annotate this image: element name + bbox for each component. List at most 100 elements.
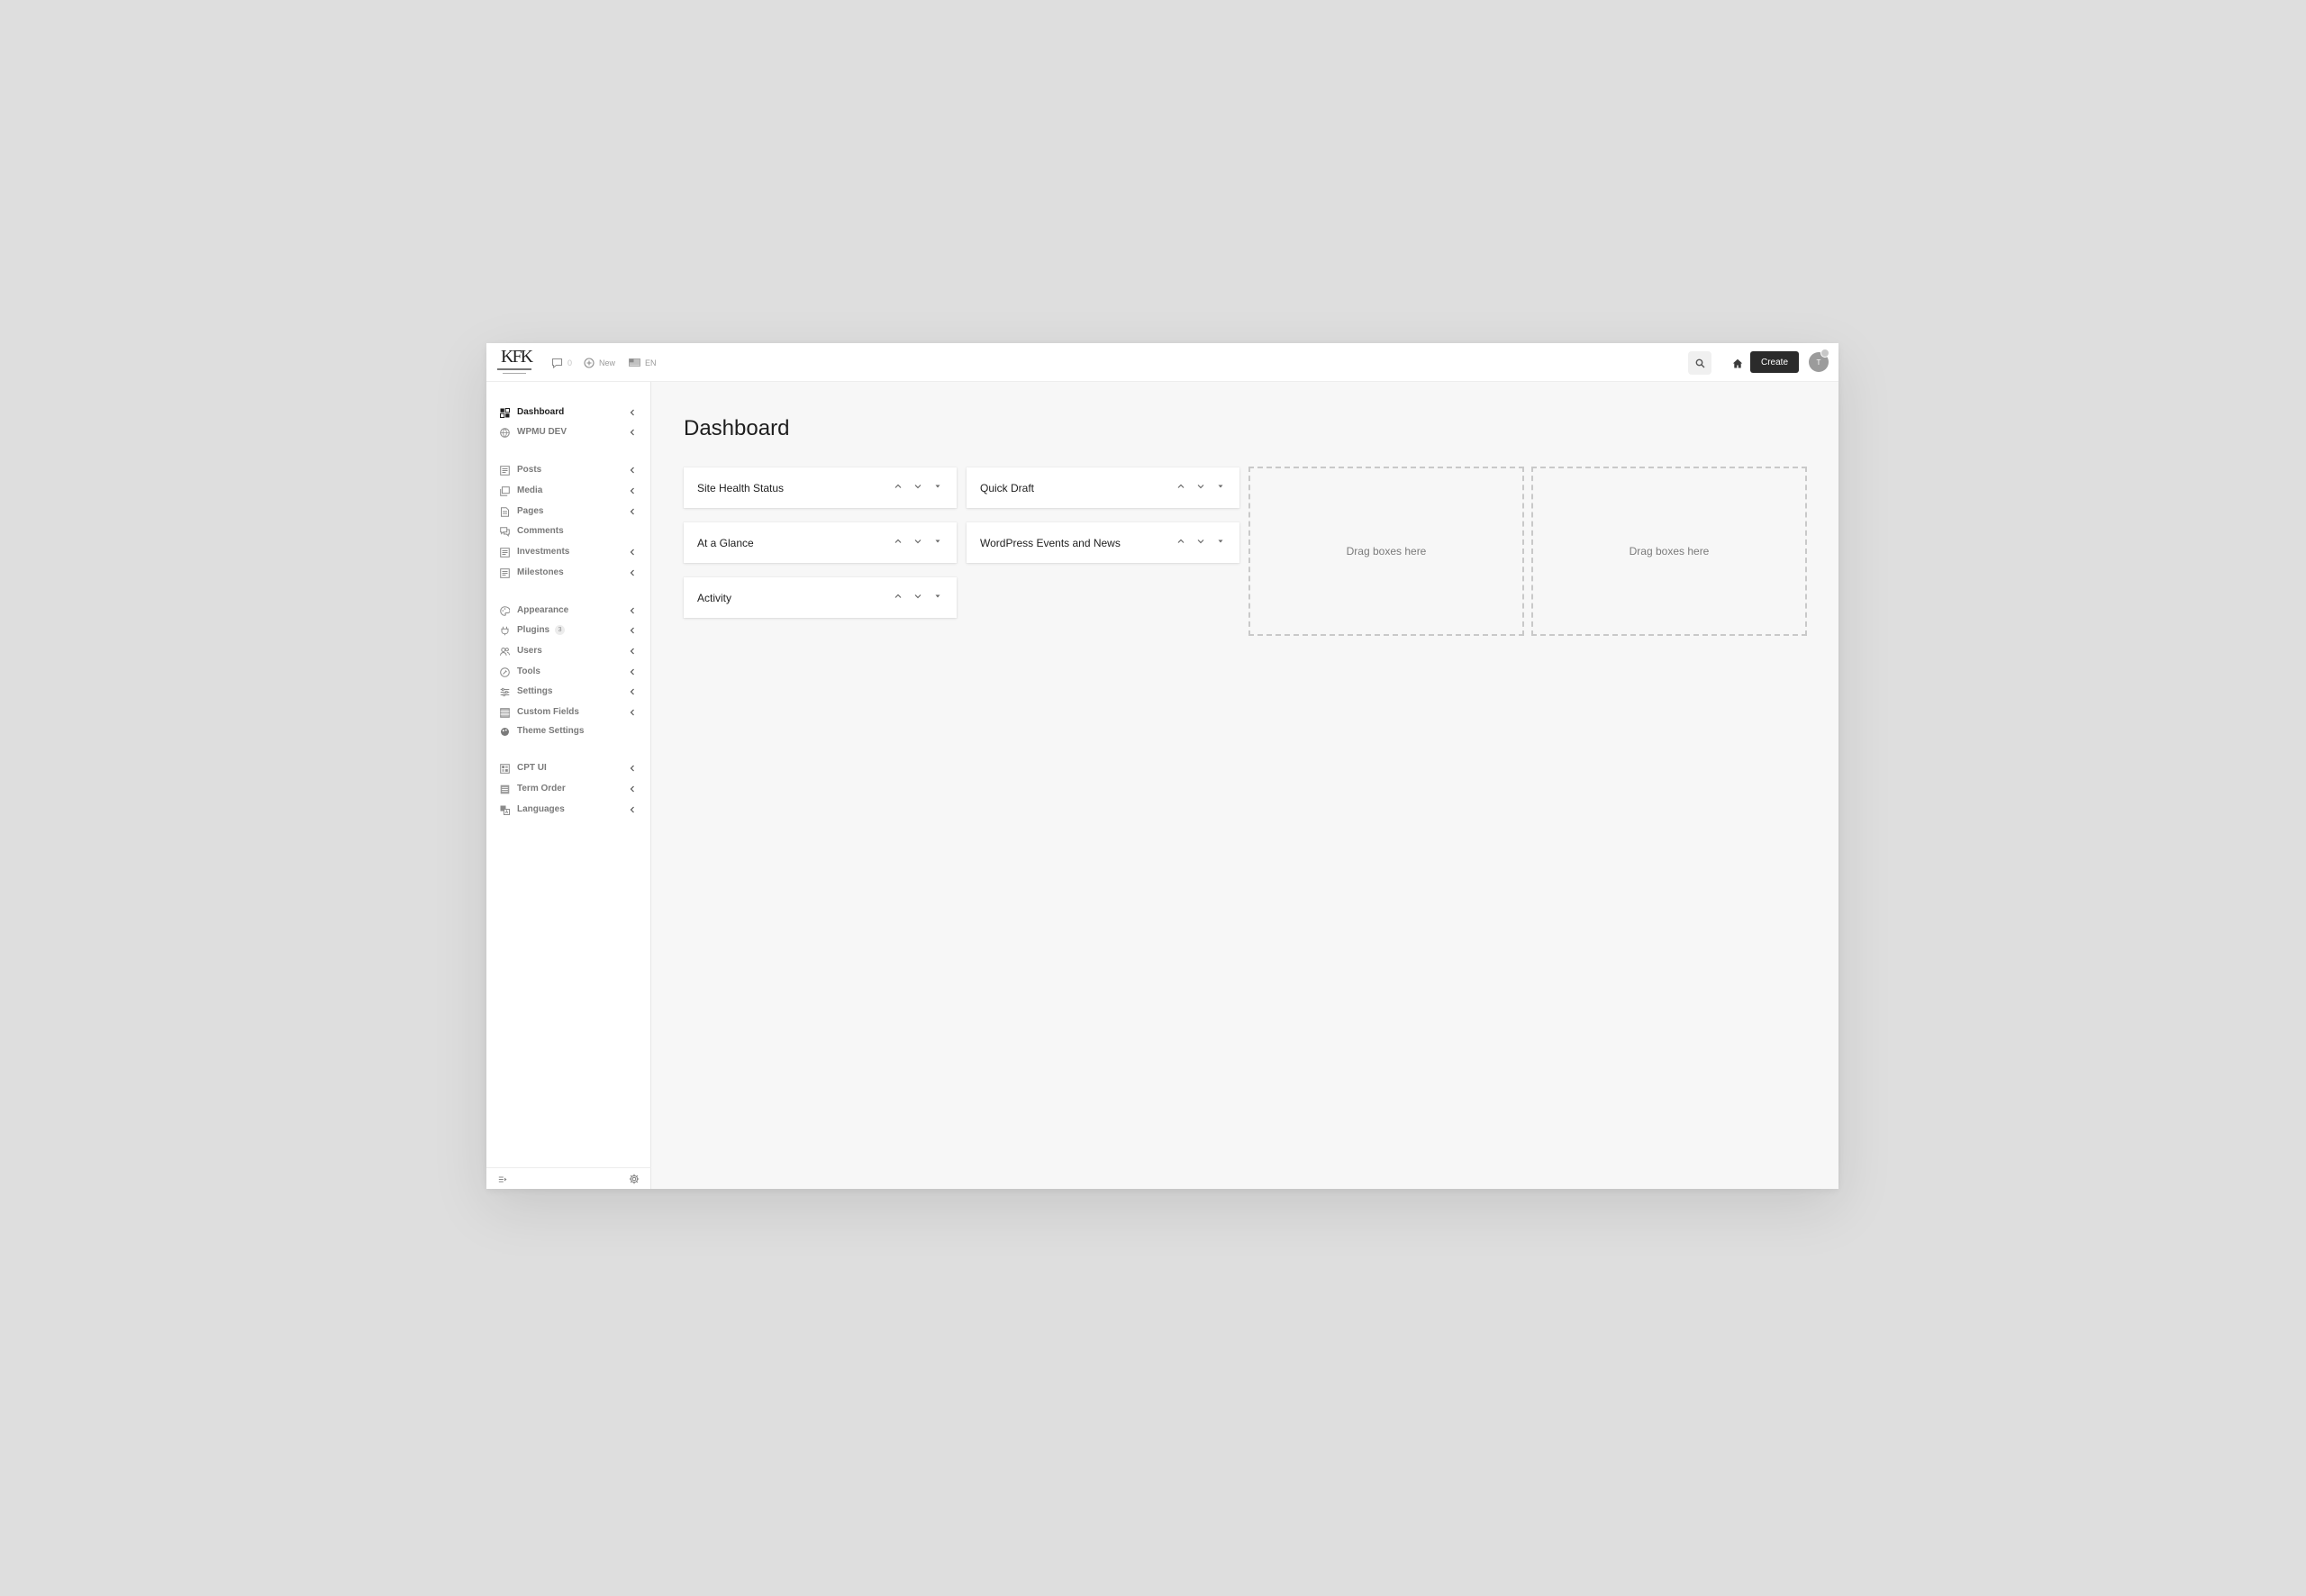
media-icon — [500, 486, 510, 496]
sidebar-item-custom-fields[interactable]: Custom Fields — [486, 703, 651, 721]
gear-icon[interactable] — [629, 1174, 640, 1184]
move-down-button[interactable] — [1194, 535, 1207, 548]
site-logo[interactable]: KFK — [497, 347, 533, 378]
chevron-left-icon — [630, 569, 634, 576]
move-up-button[interactable] — [892, 535, 904, 548]
widget-title: Site Health Status — [697, 482, 785, 494]
admin-top-bar: KFK 0 New EN Create T — [486, 343, 1838, 382]
sidebar-item-label: Posts — [517, 465, 542, 475]
sidebar-item-label: CPT UI — [517, 763, 547, 773]
search-button[interactable] — [1688, 351, 1711, 375]
widget-activity[interactable]: Activity — [684, 577, 957, 618]
sidebar-item-users[interactable]: Users — [486, 642, 651, 660]
chevron-left-icon — [630, 508, 634, 515]
chevron-left-icon — [630, 467, 634, 474]
toggle-panel-button[interactable] — [931, 590, 944, 603]
move-up-button[interactable] — [892, 590, 904, 603]
investments-icon — [500, 548, 510, 558]
logo-tagline-line — [503, 373, 526, 374]
chevron-up-icon — [1177, 539, 1185, 543]
sidebar-item-term-order[interactable]: Term Order — [486, 780, 651, 798]
admin-sidebar: Dashboard WPMU DEV Posts Media Pages Com… — [486, 382, 651, 1189]
new-label: New — [599, 358, 616, 367]
chevron-up-icon — [1177, 484, 1185, 488]
plus-circle-icon — [584, 357, 595, 368]
sidebar-item-comments[interactable]: Comments — [486, 522, 651, 540]
comments-count: 0 — [567, 358, 573, 367]
chevron-left-icon — [630, 648, 634, 655]
comments-link[interactable]: 0 — [551, 343, 572, 382]
widget-quick-draft[interactable]: Quick Draft — [967, 467, 1239, 508]
collapse-menu-icon[interactable] — [498, 1174, 508, 1184]
chevron-left-icon — [630, 607, 634, 614]
language-switcher[interactable]: EN — [629, 343, 657, 382]
sidebar-item-wpmu-dev[interactable]: WPMU DEV — [486, 423, 651, 441]
move-down-button[interactable] — [912, 535, 924, 548]
sidebar-item-label: WPMU DEV — [517, 427, 567, 437]
sidebar-item-milestones[interactable]: Milestones — [486, 564, 651, 582]
logo-mark: KFK — [501, 347, 533, 367]
flag-icon — [629, 358, 640, 367]
page-title: Dashboard — [684, 416, 790, 440]
chevron-left-icon — [630, 785, 634, 793]
sidebar-item-cpt-ui[interactable]: CPT UI — [486, 759, 651, 777]
widget-site-health-status[interactable]: Site Health Status — [684, 467, 957, 508]
move-up-button[interactable] — [1175, 480, 1187, 493]
milestones-icon — [500, 568, 510, 578]
sidebar-item-theme-settings[interactable]: Theme Settings — [486, 722, 651, 740]
sidebar-item-media[interactable]: Media — [486, 482, 651, 500]
sidebar-item-posts[interactable]: Posts — [486, 461, 651, 479]
logo-underline — [497, 368, 531, 370]
toggle-panel-button[interactable] — [931, 480, 944, 493]
sidebar-item-label: Dashboard — [517, 407, 565, 417]
chevron-left-icon — [630, 765, 634, 772]
users-icon — [500, 648, 510, 656]
sidebar-item-label: Investments — [517, 547, 570, 557]
sidebar-item-label: Custom Fields — [517, 707, 579, 717]
widget-title: At a Glance — [697, 537, 754, 549]
widget-title: WordPress Events and News — [980, 537, 1121, 549]
plugins-label: Plugins — [517, 625, 550, 635]
sidebar-item-label: Pages — [517, 506, 544, 516]
languages-icon — [500, 805, 510, 815]
sidebar-item-tools[interactable]: Tools — [486, 663, 651, 681]
caret-down-icon — [935, 594, 940, 598]
appearance-icon — [500, 606, 510, 616]
chevron-up-icon — [894, 539, 902, 543]
widget-at-a-glance[interactable]: At a Glance — [684, 522, 957, 563]
caret-down-icon — [1218, 540, 1223, 543]
move-up-button[interactable] — [1175, 535, 1187, 548]
view-site-button[interactable] — [1726, 351, 1749, 375]
sidebar-item-appearance[interactable]: Appearance — [486, 602, 651, 620]
dropzone-column-4[interactable]: Drag boxes here — [1531, 467, 1807, 636]
widget-wordpress-events-and-news[interactable]: WordPress Events and News — [967, 522, 1239, 563]
chevron-left-icon — [630, 806, 634, 813]
chevron-left-icon — [630, 549, 634, 556]
toggle-panel-button[interactable] — [1214, 480, 1227, 493]
sidebar-item-plugins[interactable]: Plugins 3 — [486, 621, 651, 639]
move-down-button[interactable] — [1194, 480, 1207, 493]
sidebar-item-dashboard[interactable]: Dashboard — [486, 404, 651, 422]
posts-icon — [500, 466, 510, 476]
dropzone-column-3[interactable]: Drag boxes here — [1248, 467, 1524, 636]
move-down-button[interactable] — [912, 590, 924, 603]
sidebar-item-label: Milestones — [517, 567, 564, 577]
new-content-link[interactable]: New — [584, 343, 615, 382]
toggle-panel-button[interactable] — [931, 535, 944, 548]
admin-window: KFK 0 New EN Create T Dashboard WPMU DEV… — [486, 343, 1838, 1189]
chevron-left-icon — [630, 709, 634, 716]
chevron-left-icon — [630, 429, 634, 436]
chevron-left-icon — [630, 668, 634, 676]
create-button[interactable]: Create — [1750, 351, 1799, 373]
sidebar-item-languages[interactable]: Languages — [486, 801, 651, 819]
term-order-icon — [500, 784, 510, 794]
sidebar-item-settings[interactable]: Settings — [486, 683, 651, 701]
sidebar-item-investments[interactable]: Investments — [486, 543, 651, 561]
pages-icon — [501, 507, 509, 517]
sidebar-item-pages[interactable]: Pages — [486, 503, 651, 521]
toggle-panel-button[interactable] — [1214, 535, 1227, 548]
move-down-button[interactable] — [912, 480, 924, 493]
sidebar-item-label: Media — [517, 485, 543, 495]
sidebar-item-label: Users — [517, 646, 542, 656]
move-up-button[interactable] — [892, 480, 904, 493]
